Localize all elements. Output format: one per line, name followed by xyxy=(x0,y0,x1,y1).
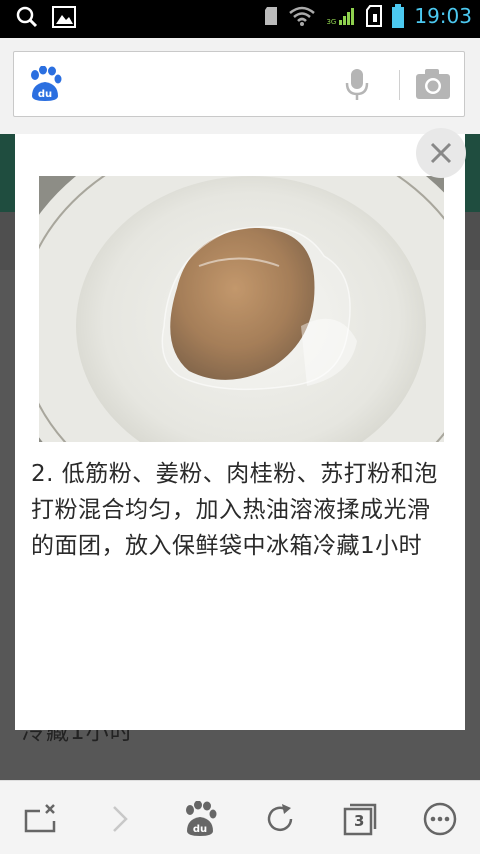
menu-button[interactable] xyxy=(420,799,460,839)
sim-icon xyxy=(366,5,383,27)
forward-button[interactable] xyxy=(100,799,140,839)
baidu-paw-icon[interactable]: du xyxy=(28,65,62,106)
baidu-home-button[interactable]: du xyxy=(180,799,220,839)
clock: 19:03 xyxy=(414,4,472,28)
signal-icon: 3G xyxy=(326,6,356,26)
camera-icon[interactable] xyxy=(415,68,451,104)
tab-count: 3 xyxy=(354,812,365,830)
close-icon xyxy=(430,142,452,164)
search-divider xyxy=(399,70,400,100)
bottom-toolbar: du 3 xyxy=(0,780,480,854)
image-icon xyxy=(52,6,76,28)
sd-card-icon xyxy=(265,7,278,25)
recipe-step-caption: 2. 低筋粉、姜粉、肉桂粉、苏打粉和泡打粉混合均匀，加入热油溶液揉成光滑的面团，… xyxy=(31,461,438,559)
forward-icon xyxy=(113,806,128,832)
network-type-label: 3G xyxy=(326,18,337,26)
status-bar: 3G 19:03 xyxy=(0,0,480,38)
baidu-home-icon: du xyxy=(186,801,217,836)
refresh-icon xyxy=(267,804,293,832)
close-tab-button[interactable] xyxy=(20,799,60,839)
close-popup-button[interactable] xyxy=(416,128,466,178)
logo-text: du xyxy=(38,89,52,100)
search-header: du xyxy=(0,38,480,134)
toolbar-logo-text: du xyxy=(193,824,207,835)
menu-icon xyxy=(423,802,457,836)
close-tab-icon xyxy=(24,804,56,833)
battery-icon xyxy=(392,4,405,28)
recipe-step-popup: 2. 低筋粉、姜粉、肉桂粉、苏打粉和泡打粉混合均匀，加入热油溶液揉成光滑的面团，… xyxy=(15,134,465,730)
microphone-icon[interactable] xyxy=(344,68,370,106)
wifi-icon xyxy=(289,6,316,26)
search-icon xyxy=(16,6,38,28)
tabs-button[interactable]: 3 xyxy=(340,799,380,839)
recipe-step-image xyxy=(39,176,444,442)
refresh-button[interactable] xyxy=(260,799,300,839)
search-input[interactable]: du xyxy=(13,51,465,117)
